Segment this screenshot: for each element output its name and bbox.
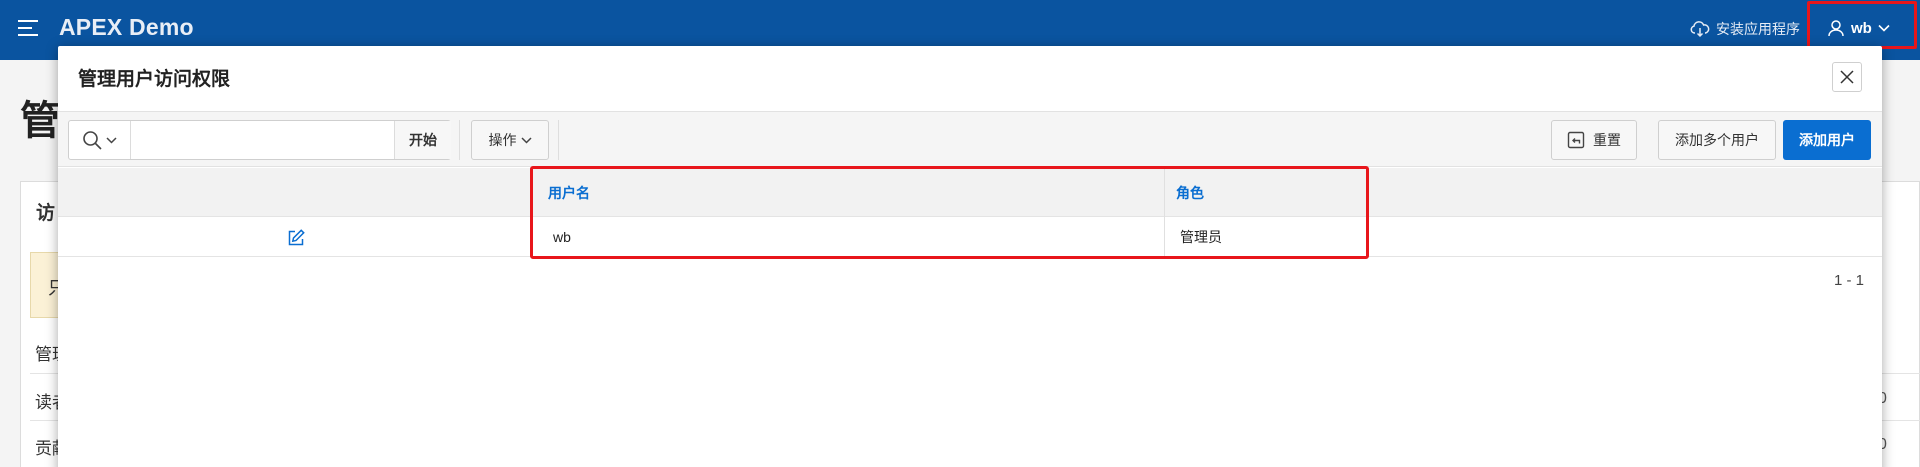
actions-menu-button[interactable]: 操作 [471,120,549,160]
edit-icon[interactable] [286,228,306,248]
reset-icon [1567,131,1585,149]
search-bar: 开始 [68,120,451,160]
add-multiple-users-button[interactable]: 添加多个用户 [1658,120,1776,160]
divider [558,120,559,160]
reset-button[interactable]: 重置 [1551,120,1637,160]
reset-label: 重置 [1593,132,1621,148]
search-column-selector[interactable] [69,121,131,159]
cloud-download-icon [1690,21,1710,38]
page-title: 管 [20,99,60,143]
install-app-link[interactable]: 安装应用程序 [1690,19,1800,39]
add-user-button[interactable]: 添加用户 [1783,120,1871,160]
menu-icon[interactable] [18,20,42,40]
highlight-box-grid [530,166,1369,259]
dialog-title: 管理用户访问权限 [78,69,231,90]
chevron-down-icon [106,136,117,144]
app-title[interactable]: APEX Demo [59,14,194,41]
pagination-info: 1 - 1 [1834,272,1865,289]
search-input[interactable] [132,121,394,159]
report-toolbar: 开始 操作 重置 添加多个用户 添加用户 [58,111,1882,167]
chevron-down-icon [520,136,532,144]
divider [459,120,460,160]
install-app-label: 安装应用程序 [1716,21,1800,37]
actions-label: 操作 [488,132,517,148]
region-title: 访 [36,203,56,224]
search-icon [83,131,102,150]
close-icon [1840,70,1854,84]
highlight-box-user [1807,1,1917,49]
close-button[interactable] [1832,62,1862,92]
go-button[interactable]: 开始 [394,121,451,159]
